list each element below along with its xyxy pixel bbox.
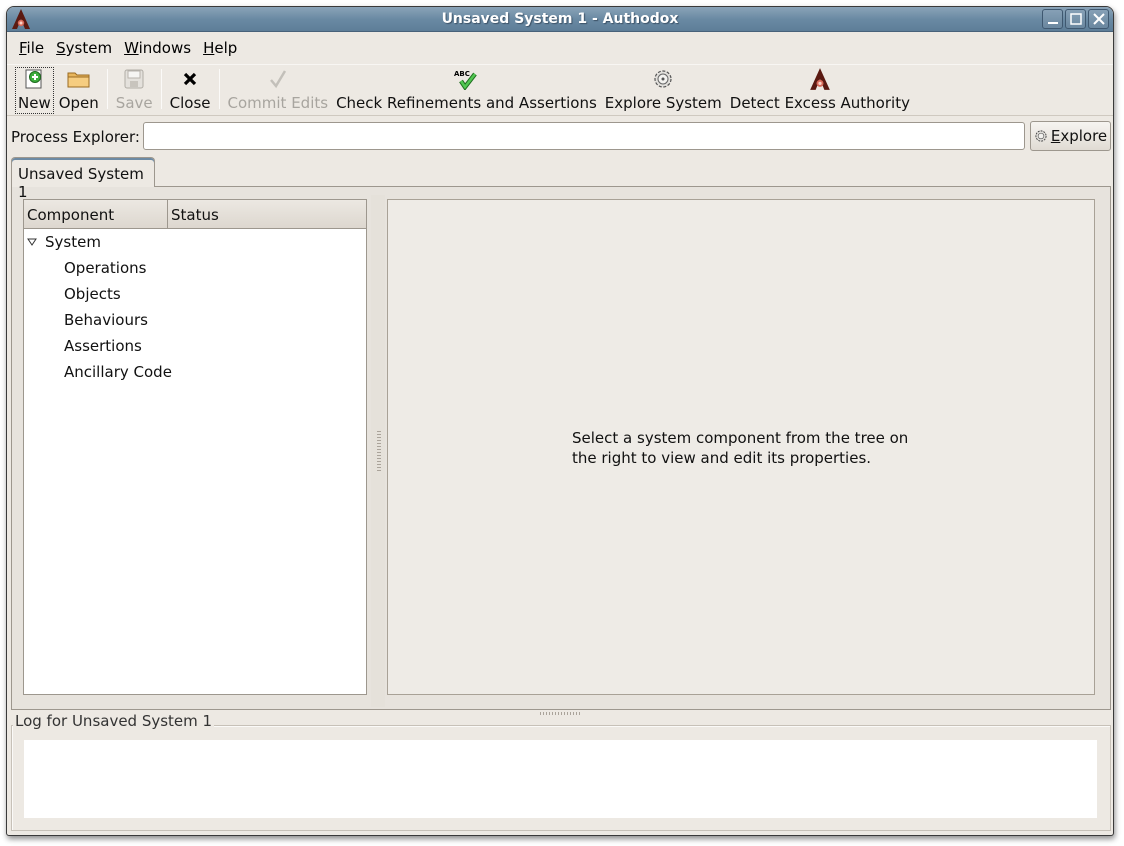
check-refinements-label: Check Refinements and Assertions bbox=[336, 94, 597, 112]
menu-system-mnemonic: S bbox=[56, 39, 66, 57]
tree-header: Component Status bbox=[24, 200, 366, 229]
open-button[interactable]: Open bbox=[55, 66, 103, 115]
save-disk-icon bbox=[124, 69, 144, 89]
authodox-logo-icon bbox=[810, 68, 830, 90]
component-tree[interactable]: Component Status System Operations Objec… bbox=[23, 199, 367, 695]
menu-help-mnemonic: H bbox=[203, 39, 215, 57]
vertical-pane-divider[interactable] bbox=[540, 712, 580, 715]
menu-file-mnemonic: F bbox=[19, 39, 27, 57]
title-bar[interactable]: Unsaved System 1 - Authodox bbox=[7, 7, 1113, 32]
explore-button[interactable]: Explore bbox=[1030, 121, 1111, 151]
menu-windows-mnemonic: W bbox=[124, 39, 139, 57]
tree-item-objects[interactable]: Objects bbox=[24, 281, 366, 307]
commit-edits-button[interactable]: Commit Edits bbox=[224, 66, 333, 115]
column-header-component[interactable]: Component bbox=[24, 200, 168, 228]
menu-help[interactable]: Help bbox=[197, 39, 243, 57]
toolbar: New Open Save Close Commit Edits ABC Che… bbox=[7, 64, 1113, 116]
svg-text:ABC: ABC bbox=[454, 70, 470, 78]
properties-hint: Select a system component from the tree … bbox=[572, 429, 909, 467]
expander-icon[interactable] bbox=[27, 238, 45, 246]
log-text-area[interactable] bbox=[24, 740, 1097, 818]
close-icon bbox=[1092, 13, 1105, 25]
tree-item-ancillary-code[interactable]: Ancillary Code bbox=[24, 359, 366, 385]
horizontal-pane-divider[interactable] bbox=[371, 195, 385, 707]
tab-unsaved-system-1[interactable]: Unsaved System 1 bbox=[11, 157, 155, 201]
menu-file-label: ile bbox=[26, 39, 45, 57]
new-document-icon bbox=[25, 69, 42, 89]
app-window: Unsaved System 1 - Authodox File System … bbox=[6, 6, 1114, 836]
close-window-button[interactable] bbox=[1088, 9, 1109, 29]
process-explorer-input[interactable] bbox=[143, 122, 1025, 150]
save-label: Save bbox=[115, 94, 153, 112]
explore-mnemonic: E bbox=[1050, 127, 1061, 145]
menu-file[interactable]: File bbox=[13, 39, 50, 57]
new-button[interactable]: New bbox=[14, 66, 55, 115]
minimize-icon bbox=[1047, 22, 1058, 24]
tree-item-behaviours[interactable]: Behaviours bbox=[24, 307, 366, 333]
gear-icon bbox=[654, 70, 672, 88]
minimize-button[interactable] bbox=[1042, 9, 1063, 29]
save-button[interactable]: Save bbox=[112, 66, 157, 115]
toolbar-separator bbox=[218, 69, 220, 109]
menu-system[interactable]: System bbox=[50, 39, 118, 57]
toolbar-separator bbox=[106, 69, 108, 109]
explore-system-button[interactable]: Explore System bbox=[601, 66, 726, 115]
log-title: Log for Unsaved System 1 bbox=[13, 712, 215, 730]
process-explorer-row: Process Explorer: Explore bbox=[7, 119, 1113, 155]
check-refinements-button[interactable]: ABC Check Refinements and Assertions bbox=[332, 66, 601, 115]
checkmark-icon bbox=[269, 70, 286, 89]
toolbar-separator bbox=[160, 69, 162, 109]
close-label: Close bbox=[169, 94, 211, 112]
open-label: Open bbox=[58, 94, 99, 112]
tree-item-label: System bbox=[45, 233, 101, 251]
tab-panel: Component Status System Operations Objec… bbox=[11, 186, 1111, 710]
menu-bar: File System Windows Help bbox=[7, 33, 1113, 63]
folder-open-icon bbox=[67, 72, 90, 88]
detect-excess-authority-label: Detect Excess Authority bbox=[729, 94, 910, 112]
process-explorer-label: Process Explorer: bbox=[11, 128, 140, 146]
window-title: Unsaved System 1 - Authodox bbox=[441, 11, 679, 27]
menu-windows[interactable]: Windows bbox=[118, 39, 197, 57]
close-x-icon bbox=[183, 72, 197, 86]
spellcheck-icon: ABC bbox=[454, 70, 478, 90]
commit-edits-label: Commit Edits bbox=[227, 94, 329, 112]
tree-item-assertions[interactable]: Assertions bbox=[24, 333, 366, 359]
triangle-down-icon bbox=[27, 238, 37, 246]
maximize-button[interactable] bbox=[1065, 9, 1086, 29]
new-label: New bbox=[18, 94, 51, 112]
tree-item-system[interactable]: System bbox=[24, 229, 366, 255]
maximize-icon bbox=[1069, 13, 1082, 25]
tree-item-operations[interactable]: Operations bbox=[24, 255, 366, 281]
column-header-status[interactable]: Status bbox=[168, 200, 366, 228]
menu-help-label: elp bbox=[214, 39, 238, 57]
gear-icon bbox=[1035, 130, 1047, 142]
detect-excess-authority-button[interactable]: Detect Excess Authority bbox=[726, 66, 914, 115]
explore-rest: xplore bbox=[1060, 127, 1108, 145]
close-button[interactable]: Close bbox=[166, 66, 215, 115]
properties-pane: Select a system component from the tree … bbox=[387, 199, 1095, 695]
menu-system-label: ystem bbox=[65, 39, 113, 57]
explore-button-label: Explore bbox=[1051, 127, 1107, 145]
grip-handle-icon bbox=[377, 431, 381, 471]
menu-windows-label: indows bbox=[138, 39, 192, 57]
explore-system-label: Explore System bbox=[604, 94, 722, 112]
